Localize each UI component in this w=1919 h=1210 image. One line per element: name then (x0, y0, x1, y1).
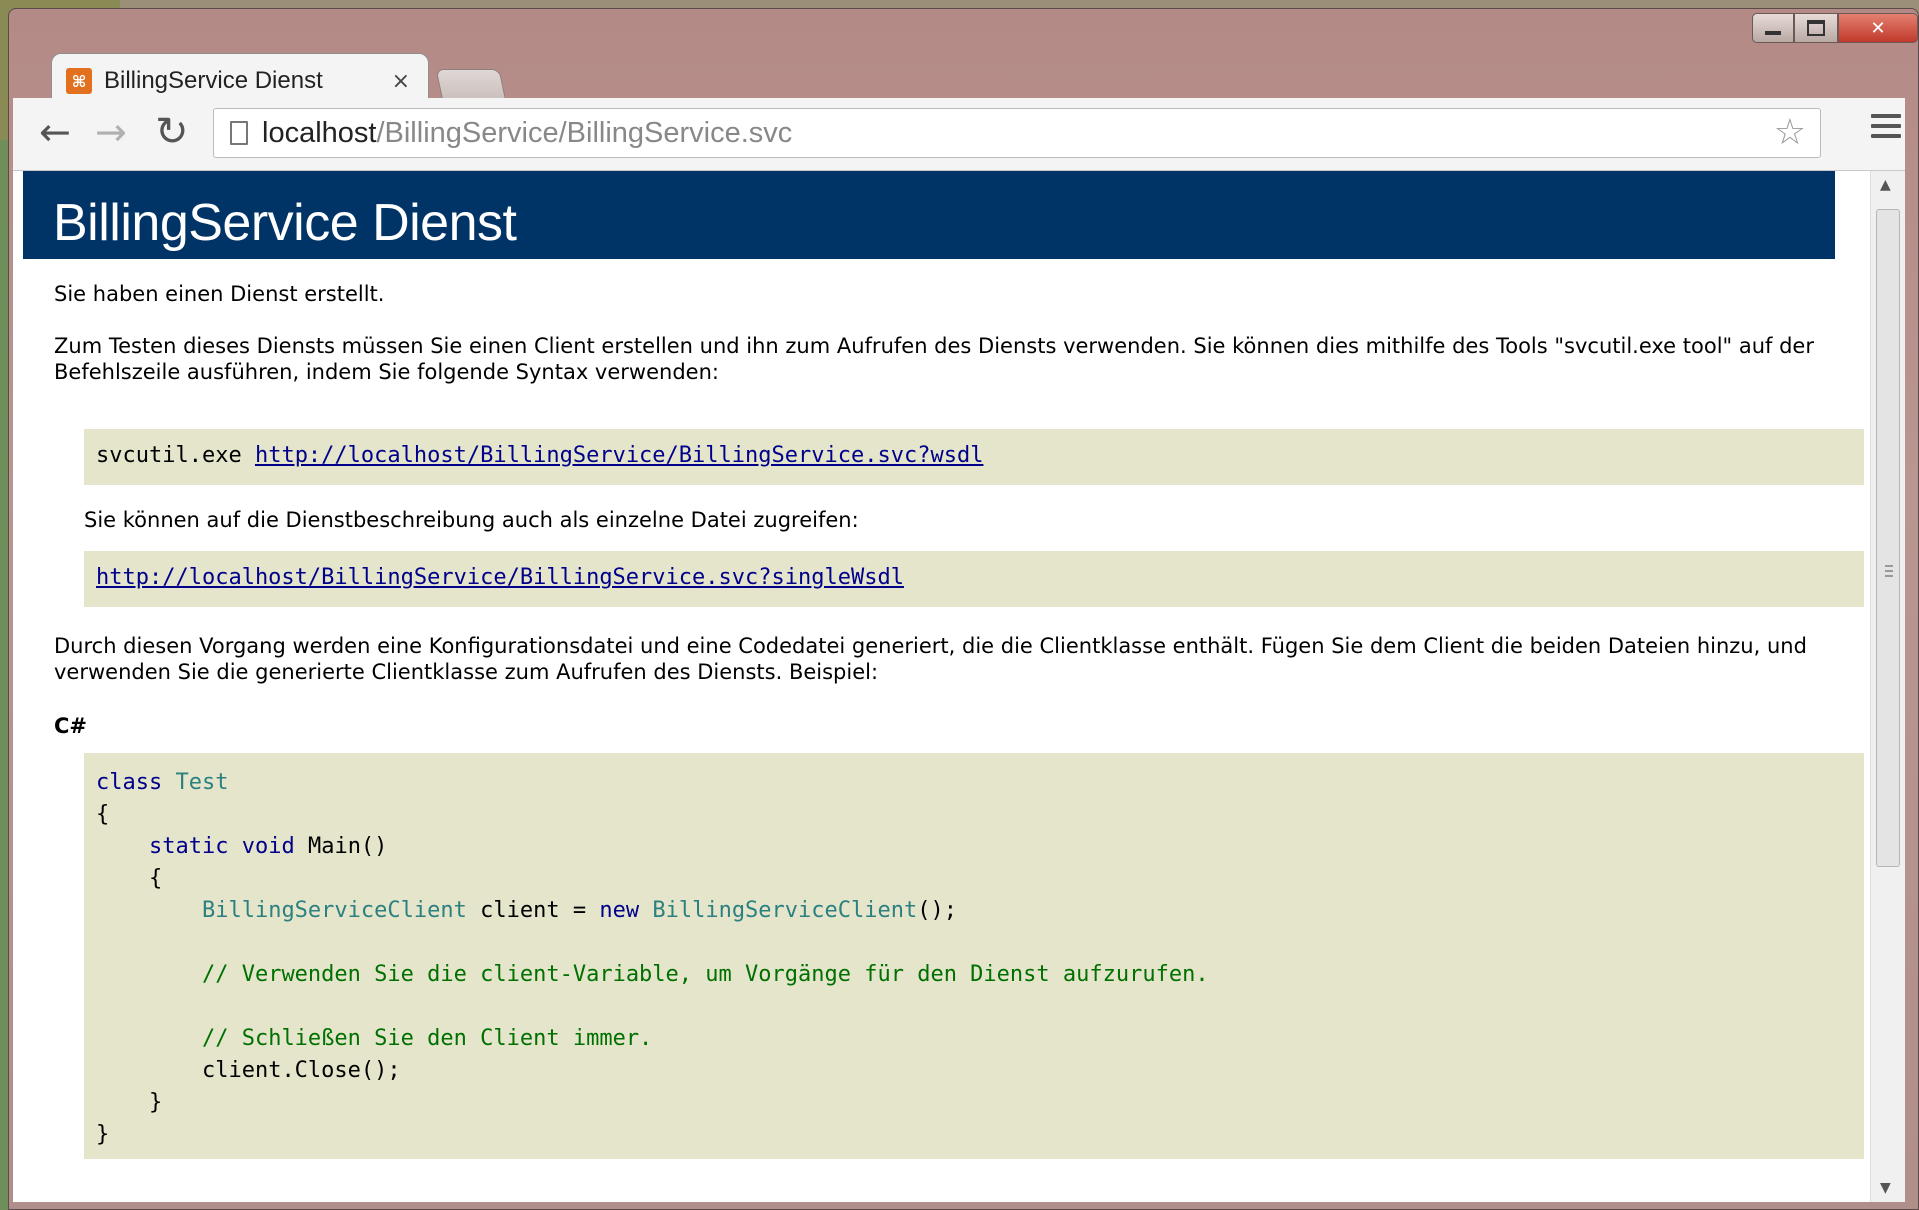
window-controls: ✕ (1752, 13, 1918, 43)
address-bar[interactable]: localhost/BillingService/BillingService.… (213, 108, 1821, 158)
code-brace: { (148, 866, 163, 891)
reload-icon[interactable]: ↻ (155, 112, 189, 152)
code-keyword: new (599, 898, 640, 923)
wsdl-link[interactable]: http://localhost/BillingService/BillingS… (255, 443, 983, 468)
code-line: static void Main() (96, 831, 1864, 863)
single-wsdl-link[interactable]: http://localhost/BillingService/BillingS… (96, 565, 904, 590)
tab-title: BillingService Dienst (104, 67, 323, 94)
code-keyword: void (241, 834, 295, 859)
code-keyword: static (148, 834, 229, 859)
scroll-up-icon[interactable]: ▲ (1880, 177, 1891, 193)
code-brace: } (148, 1090, 163, 1115)
code-text: Main() (307, 834, 388, 859)
maximize-button[interactable] (1794, 13, 1838, 43)
star-icon[interactable]: ☆ (1774, 113, 1806, 153)
code-comment: // Verwenden Sie die client-Variable, um… (201, 962, 1209, 987)
svcutil-command-box: svcutil.exe http://localhost/BillingServ… (84, 429, 1864, 485)
back-arrow-icon[interactable]: ← (39, 112, 71, 152)
code-brace: } (96, 1122, 110, 1147)
code-line: // Schließen Sie den Client immer. (96, 1023, 1864, 1055)
page-header: BillingService Dienst (23, 171, 1835, 259)
close-window-button[interactable]: ✕ (1838, 13, 1918, 43)
code-text: client.Close(); (201, 1058, 401, 1083)
scrollbar-thumb[interactable] (1876, 209, 1900, 867)
maximize-icon (1807, 20, 1825, 36)
code-line: { (96, 863, 1864, 895)
svcutil-command: svcutil.exe (96, 443, 255, 468)
code-line: client.Close(); (96, 1055, 1864, 1087)
single-wsdl-box: http://localhost/BillingService/BillingS… (84, 551, 1864, 607)
browser-toolbar: ← → ↻ localhost/BillingService/BillingSe… (13, 98, 1905, 171)
page-title: BillingService Dienst (53, 194, 517, 252)
code-line: BillingServiceClient client = new Billin… (96, 895, 1864, 927)
vertical-scrollbar[interactable]: ▲ ▼ (1870, 171, 1905, 1202)
tab-close-icon[interactable]: × (392, 69, 410, 94)
scrollbar-grip-icon (1885, 565, 1893, 580)
favicon-icon: ⌘ (66, 68, 92, 94)
instructions-text: Zum Testen dieses Diensts müssen Sie ein… (54, 334, 1814, 384)
minimize-icon (1765, 31, 1781, 35)
code-text: client = (480, 898, 587, 923)
code-type: BillingServiceClient (201, 898, 467, 923)
forward-arrow-icon[interactable]: → (95, 112, 127, 152)
url-path: /BillingService/BillingService.svc (376, 116, 793, 149)
single-file-text: Sie können auf die Dienstbeschreibung au… (84, 508, 859, 532)
code-type: BillingServiceClient (652, 898, 918, 923)
url-host: localhost (262, 116, 377, 149)
code-line: class Test (96, 767, 1864, 799)
code-brace: { (96, 802, 110, 827)
language-label: C# (54, 714, 88, 738)
csharp-code-sample: class Test { static void Main() { Billin… (84, 753, 1864, 1159)
code-line: } (96, 1087, 1864, 1119)
scroll-down-icon[interactable]: ▼ (1880, 1180, 1891, 1196)
close-icon: ✕ (1870, 17, 1886, 39)
code-type: Test (175, 770, 229, 795)
code-line: { (96, 799, 1864, 831)
process-text: Durch diesen Vorgang werden eine Konfigu… (54, 634, 1807, 684)
code-text: (); (917, 898, 957, 923)
minimize-button[interactable] (1752, 13, 1794, 43)
intro-text: Sie haben einen Dienst erstellt. (54, 282, 385, 306)
code-line: // Verwenden Sie die client-Variable, um… (96, 959, 1864, 991)
code-keyword: class (96, 770, 163, 795)
page-viewport: BillingService Dienst Sie haben einen Di… (13, 171, 1905, 1202)
code-line: } (96, 1119, 1864, 1151)
code-comment: // Schließen Sie den Client immer. (201, 1026, 653, 1051)
menu-icon[interactable] (1871, 114, 1901, 144)
page-icon (230, 121, 248, 145)
